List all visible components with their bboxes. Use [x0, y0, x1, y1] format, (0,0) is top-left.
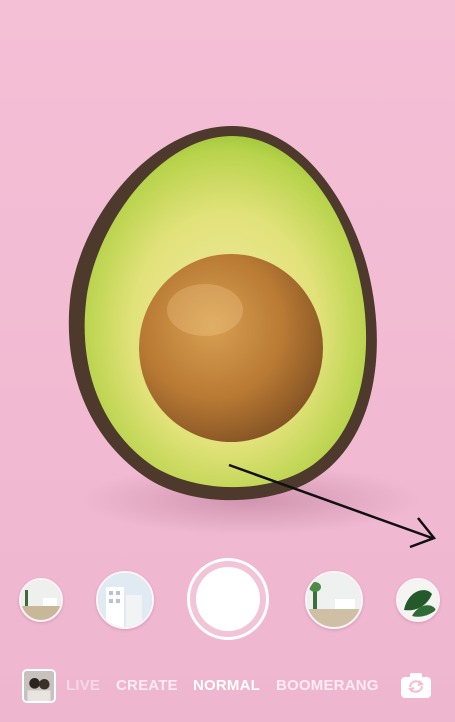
interior-plant-filter[interactable]	[305, 571, 363, 629]
mode-create[interactable]: CREATE	[116, 677, 178, 694]
filter-carousel[interactable]	[0, 558, 455, 640]
mode-live[interactable]: LIVE	[66, 677, 100, 694]
flip-camera-icon[interactable]	[399, 672, 433, 700]
room-plant-filter[interactable]	[19, 578, 63, 622]
building-filter[interactable]	[96, 571, 154, 629]
shutter-button[interactable]	[187, 558, 269, 640]
mode-bar: LIVE CREATE NORMAL BOOMERANG	[0, 664, 455, 708]
gallery-thumbnail-icon[interactable]	[22, 669, 56, 703]
monstera-leaf-filter[interactable]	[396, 578, 440, 622]
mode-boomerang[interactable]: BOOMERANG	[276, 677, 379, 694]
mode-normal[interactable]: NORMAL	[193, 677, 260, 694]
shutter-inner	[196, 567, 260, 631]
